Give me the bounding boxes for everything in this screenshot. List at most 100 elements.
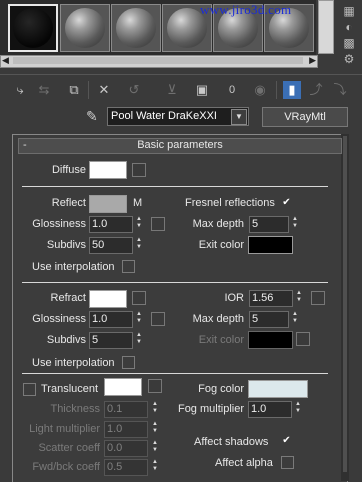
reflect-color-swatch[interactable] — [89, 195, 127, 213]
fwd-bck-coeff-spinner[interactable]: 0.5 — [104, 459, 148, 476]
ior-spinner[interactable]: 1.56 — [249, 290, 293, 307]
rollout-title: Basic parameters — [137, 139, 223, 151]
reflect-label: Reflect — [51, 197, 86, 209]
diffuse-color-swatch[interactable] — [89, 161, 127, 179]
refract-use-interpolation-checkbox[interactable] — [122, 356, 135, 369]
diffuse-map-button[interactable] — [132, 163, 146, 177]
panel-scroll-thumb[interactable] — [343, 136, 347, 472]
thickness-label: Thickness — [50, 403, 100, 415]
scatter-coeff-spinner[interactable]: 0.0 — [104, 440, 148, 457]
sample-type-icon[interactable]: ▦ — [340, 4, 358, 18]
fog-color-swatch[interactable] — [248, 380, 308, 398]
refract-glossiness-label: Glossiness — [32, 313, 86, 325]
refract-glossiness-map-button[interactable] — [151, 312, 165, 326]
spinner-arrows-icon[interactable]: ▲ ▼ — [151, 459, 159, 474]
save-material-icon[interactable]: ▣ — [192, 81, 212, 99]
material-name-text: Pool Water DraKeXXI — [111, 110, 217, 122]
fresnel-label: Fresnel reflections — [185, 197, 275, 209]
chevron-down-icon[interactable]: ▼ — [231, 109, 247, 125]
reflect-exit-color-label: Exit color — [198, 239, 244, 251]
affect-alpha-checkbox[interactable] — [281, 456, 294, 469]
gray-sphere-preview — [116, 8, 156, 48]
black-sphere-preview — [13, 8, 53, 48]
get-material-icon[interactable]: ⤷ — [10, 81, 30, 99]
spinner-arrows-icon[interactable]: ▲ ▼ — [135, 311, 143, 326]
spinner-arrows-icon[interactable]: ▲ ▼ — [135, 237, 143, 252]
go-to-parent-icon[interactable]: ⤴ — [306, 81, 326, 99]
put-to-library-icon[interactable]: ⊻ — [162, 81, 182, 99]
translucent-checkbox[interactable] — [23, 383, 36, 396]
scroll-left-icon[interactable]: ◀ — [2, 55, 9, 66]
affect-alpha-label: Affect alpha — [215, 457, 273, 469]
spinner-arrows-icon[interactable]: ▲ ▼ — [295, 290, 303, 305]
affect-shadows-checkbox[interactable]: ✔ — [281, 435, 292, 446]
go-forward-icon[interactable]: ⤵ — [330, 81, 350, 99]
refract-exit-color-swatch[interactable] — [248, 331, 293, 349]
fog-multiplier-label: Fog multiplier — [177, 403, 244, 415]
assign-material-icon[interactable]: ⧉ — [64, 81, 84, 99]
sample-slot-1[interactable] — [8, 4, 58, 52]
scroll-right-icon[interactable]: ▶ — [309, 55, 316, 66]
sample-slot-2[interactable] — [60, 4, 110, 52]
make-unique-icon[interactable]: ↺ — [124, 81, 144, 99]
eyedropper-icon[interactable]: ✎ — [86, 108, 98, 125]
fresnel-checkbox[interactable]: ✔ — [281, 197, 292, 208]
refract-max-depth-spinner[interactable]: 5 — [249, 311, 289, 328]
translucent-color-swatch[interactable] — [104, 378, 142, 396]
glossiness-map-button[interactable] — [151, 217, 165, 231]
reflect-max-depth-spinner[interactable]: 5 — [249, 216, 289, 233]
refract-exit-map-button[interactable] — [296, 332, 310, 346]
reflect-subdivs-label: Subdivs — [46, 239, 86, 251]
refract-map-button[interactable] — [132, 291, 146, 305]
fog-multiplier-spinner[interactable]: 1.0 — [248, 401, 292, 418]
reflect-max-depth-label: Max depth — [192, 218, 244, 230]
sample-slot-3[interactable] — [111, 4, 161, 52]
reflect-glossiness-spinner[interactable]: 1.0 — [89, 216, 133, 233]
options-icon[interactable]: ⚙ — [340, 52, 358, 66]
rollout-header[interactable]: - Basic parameters — [18, 138, 342, 154]
translucent-label: Translucent — [41, 383, 99, 395]
show-end-result-icon[interactable]: ▮ — [283, 81, 301, 99]
show-map-icon[interactable]: ◉ — [250, 81, 270, 99]
reflect-use-interpolation-checkbox[interactable] — [122, 260, 135, 273]
scatter-coeff-label: Scatter coeff — [38, 442, 100, 454]
put-to-scene-icon[interactable]: ⇆ — [34, 81, 54, 99]
diffuse-label: Diffuse — [51, 164, 86, 176]
spinner-arrows-icon[interactable]: ▲ ▼ — [151, 440, 159, 455]
refract-subdivs-label: Subdivs — [46, 334, 86, 346]
refract-use-interpolation-label: Use interpolation — [32, 357, 115, 369]
light-multiplier-spinner[interactable]: 1.0 — [104, 421, 148, 438]
fog-color-label: Fog color — [198, 383, 244, 395]
scroll-thumb[interactable] — [13, 57, 303, 64]
section-divider — [22, 282, 328, 283]
ior-map-button[interactable] — [311, 291, 325, 305]
spinner-arrows-icon[interactable]: ▲ ▼ — [135, 332, 143, 347]
spinner-arrows-icon[interactable]: ▲ ▼ — [294, 401, 302, 416]
backlight-icon[interactable]: ◐ — [340, 20, 358, 34]
thickness-spinner[interactable]: 0.1 — [104, 401, 148, 418]
spinner-arrows-icon[interactable]: ▲ ▼ — [151, 401, 159, 416]
slots-horizontal-scrollbar[interactable]: ◀ ▶ — [0, 55, 318, 68]
refract-subdivs-spinner[interactable]: 5 — [89, 332, 133, 349]
reflect-use-interpolation-label: Use interpolation — [32, 261, 115, 273]
refract-glossiness-spinner[interactable]: 1.0 — [89, 311, 133, 328]
panel-scrollbar[interactable] — [341, 134, 349, 481]
gray-sphere-preview — [65, 8, 105, 48]
translucent-map-button[interactable] — [148, 379, 162, 393]
light-multiplier-label: Light multiplier — [29, 423, 100, 435]
spinner-arrows-icon[interactable]: ▲ ▼ — [291, 311, 299, 326]
reset-map-icon[interactable]: ✕ — [94, 81, 114, 99]
reflect-map-button[interactable]: M — [133, 197, 142, 209]
spinner-arrows-icon[interactable]: ▲ ▼ — [135, 216, 143, 231]
spinner-arrows-icon[interactable]: ▲ ▼ — [291, 216, 299, 231]
material-type-button[interactable]: VRayMtl — [262, 107, 348, 127]
material-name-field[interactable]: Pool Water DraKeXXI ▼ — [107, 107, 249, 126]
reflect-subdivs-spinner[interactable]: 50 — [89, 237, 133, 254]
reflect-exit-color-swatch[interactable] — [248, 236, 293, 254]
slots-vertical-scrollbar[interactable] — [318, 0, 334, 54]
material-id-icon[interactable]: 0 — [222, 81, 242, 99]
spinner-arrows-icon[interactable]: ▲ ▼ — [151, 421, 159, 436]
refract-color-swatch[interactable] — [89, 290, 127, 308]
background-icon[interactable]: ▩ — [340, 36, 358, 50]
ior-label: IOR — [224, 292, 244, 304]
